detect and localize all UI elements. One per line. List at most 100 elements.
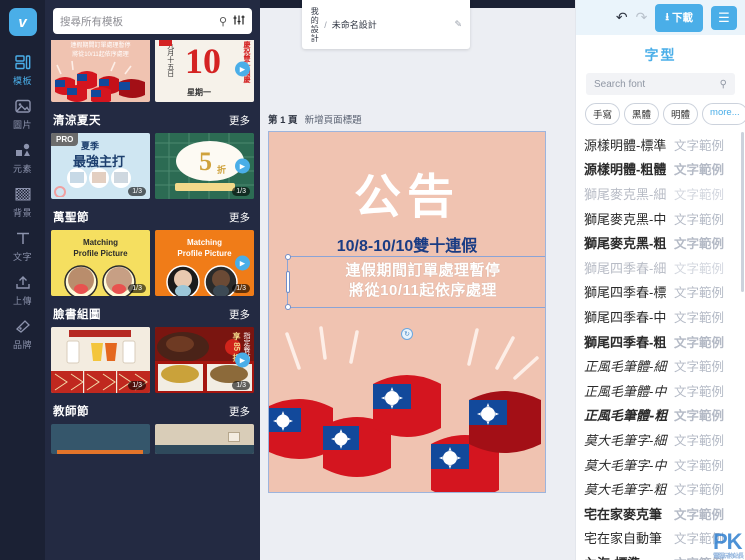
template-thumbnail[interactable]: 10 九月十五日 星期一 慶祝雙十國慶 ▶ — [155, 40, 254, 102]
template-thumbnail[interactable]: PRO 指定餐點 享 85 折 ▶ 1/3 — [155, 327, 254, 393]
template-thumbnail[interactable]: Matching Profile Picture ▶ 1/3 — [155, 230, 254, 296]
sidebar-item-brand[interactable]: 品牌 — [0, 312, 45, 356]
font-sample-text: 文字範例 — [674, 237, 725, 252]
hamburger-menu-icon[interactable]: ☰ — [711, 5, 737, 30]
template-thumbnail[interactable] — [155, 424, 254, 454]
sidebar-item-label: 元素 — [12, 164, 32, 174]
document-name[interactable]: 未命名設計 — [332, 18, 455, 31]
section-more-link[interactable]: 更多 — [229, 307, 250, 322]
sidebar-item-upload[interactable]: 上傳 — [0, 268, 45, 312]
sidebar-item-elements[interactable]: 元素 — [0, 136, 45, 180]
app-root: v 模板 圖片 元素 背景 文字 上傳 品牌 搜尋所有模板 ⚲ 連假期間訂單處理… — [0, 0, 745, 560]
download-button[interactable]: ⭳ 下載 — [655, 3, 703, 32]
font-tag-gothic[interactable]: 黑體 — [624, 103, 660, 125]
search-icon[interactable]: ⚲ — [219, 15, 227, 28]
filter-icon[interactable] — [233, 14, 245, 29]
font-list-item[interactable]: 獅尾四季春-粗 文字範例 — [584, 329, 745, 354]
play-icon[interactable]: ▶ — [235, 255, 250, 271]
section-more-link[interactable]: 更多 — [229, 113, 250, 128]
font-list-item[interactable]: 獅尾麥克黑-中 文字範例 — [584, 206, 745, 231]
section-more-link[interactable]: 更多 — [229, 210, 250, 225]
font-name: 源樣明體-粗體 — [584, 162, 667, 178]
font-list-scrollbar[interactable] — [741, 132, 744, 292]
resize-handle-middle-left[interactable] — [286, 270, 290, 293]
font-tag-row: 手寫 黑體 明體 more... — [576, 95, 745, 132]
template-row — [45, 424, 260, 454]
search-input[interactable]: 搜尋所有模板 ⚲ — [53, 8, 252, 34]
sidebar-item-photos[interactable]: 圖片 — [0, 92, 45, 136]
play-icon[interactable]: ▶ — [235, 352, 250, 368]
template-thumbnail[interactable]: 連假期間訂單處理暫停 將從10/11起依序處理 — [51, 40, 150, 102]
font-list-item[interactable]: 正風毛筆體-細 文字範例 — [584, 353, 745, 378]
breadcrumb-folder[interactable]: 我的設計 — [310, 7, 319, 43]
font-list-item[interactable]: 莫大毛筆字-中 文字範例 — [584, 452, 745, 477]
font-list-item[interactable]: 獅尾麥克黑-細 文字範例 — [584, 181, 745, 206]
template-thumbnail[interactable] — [51, 424, 150, 454]
template-search-row: 搜尋所有模板 ⚲ — [45, 0, 260, 40]
font-list-item[interactable]: 獅尾四季春-細 文字範例 — [584, 255, 745, 280]
font-list-item[interactable]: 獅尾四季春-中 文字範例 — [584, 304, 745, 329]
sidebar-item-label: 上傳 — [12, 296, 32, 306]
font-list-item[interactable]: 源樣明體-粗體 文字範例 — [584, 157, 745, 182]
sidebar-item-text[interactable]: 文字 — [0, 224, 45, 268]
font-list[interactable]: 源樣明體-標準 文字範例 源樣明體-粗體 文字範例 獅尾麥克黑-細 文字範例 獅尾麥克黑-中… — [576, 132, 745, 560]
font-list-item[interactable]: 莫大毛筆字-細 文字範例 — [584, 427, 745, 452]
resize-handle-bottom-left[interactable] — [285, 303, 291, 310]
thumbnail-big-number: 10 — [185, 41, 221, 81]
play-icon[interactable]: ▶ — [235, 158, 250, 174]
undo-icon[interactable]: ↶ — [616, 9, 628, 26]
font-tag-mincho[interactable]: 明體 — [663, 103, 699, 125]
app-logo[interactable]: v — [8, 8, 37, 36]
font-list-item[interactable]: 源樣明體-標準 文字範例 — [584, 132, 745, 157]
template-thumbnail[interactable]: PRO 夏季 最強主打 1/3 — [51, 133, 150, 199]
font-list-item[interactable]: 獅尾麥克黑-粗 文字範例 — [584, 230, 745, 255]
sidebar-item-background[interactable]: 背景 — [0, 180, 45, 224]
font-sample-text: 文字範例 — [674, 553, 724, 560]
template-scroll-area[interactable]: 連假期間訂單處理暫停 將從10/11起依序處理 10 九月十五日 星期一 ▶ 清… — [45, 40, 260, 560]
canvas-heading[interactable]: 公告 — [269, 158, 545, 227]
download-label: 下載 — [672, 12, 693, 24]
sidebar-item-label: 模板 — [12, 76, 32, 86]
edit-pencil-icon[interactable]: ✎ — [454, 19, 462, 30]
sidebar-item-templates[interactable]: 模板 — [0, 48, 45, 92]
font-list-item[interactable]: 內海-標準文字範例 — [584, 550, 745, 560]
font-name: 莫大毛筆字-中 — [584, 458, 667, 474]
search-icon[interactable]: ⚲ — [720, 79, 727, 90]
canvas-subheading[interactable]: 10/8-10/10雙十連假 — [269, 232, 545, 256]
document-title-card[interactable]: 我的設計 / 未命名設計 ✎ — [302, 0, 470, 49]
template-section-header: 教師節 更多 — [45, 393, 260, 424]
template-thumbnail[interactable]: 5 折 ▶ 1/3 — [155, 133, 254, 199]
font-list-item[interactable]: 正風毛筆體-中 文字範例 — [584, 378, 745, 403]
font-sample-text: 文字範例 — [674, 261, 725, 276]
template-thumbnail[interactable]: Matching Profile Picture 1/3 — [51, 230, 150, 296]
font-list-item[interactable]: 宅在家麥克筆 文字範例 — [584, 501, 745, 526]
font-list-item[interactable]: 宅在家自動筆 文字範例 — [584, 526, 745, 551]
section-title: 清涼夏天 — [53, 115, 101, 127]
design-canvas[interactable]: 公告 10/8-10/10雙十連假 連假期間訂單處理暫停 將從10/11起依序處… — [268, 131, 546, 493]
font-tag-more[interactable]: more... — [702, 103, 745, 125]
font-name: 宅在家麥克筆 — [584, 506, 663, 522]
font-list-item[interactable]: 正風毛筆體-粗 文字範例 — [584, 403, 745, 428]
template-row: Matching Profile Picture 1/3 Matching Pr… — [45, 230, 260, 296]
selected-text-element[interactable]: 連假期間訂單處理暫停 將從10/11起依序處理 — [285, 254, 545, 310]
template-section-header: 萬聖節 更多 — [45, 199, 260, 230]
redo-icon[interactable]: ↷ — [636, 9, 648, 26]
font-search-input[interactable]: Search font ⚲ — [586, 73, 735, 95]
font-name: 宅在家自動筆 — [584, 531, 663, 547]
font-list-item[interactable]: 莫大毛筆字-粗 文字範例 — [584, 476, 745, 501]
play-icon[interactable]: ▶ — [235, 61, 250, 77]
font-name: 莫大毛筆字-粗 — [584, 483, 667, 499]
page-title-input[interactable]: 新增頁面標題 — [305, 112, 362, 126]
thumbnail-weekday-text: 星期一 — [187, 88, 211, 97]
section-more-link[interactable]: 更多 — [229, 404, 250, 419]
font-list-item[interactable]: 獅尾四季春-標 文字範例 — [584, 280, 745, 305]
section-title: 教師節 — [53, 406, 89, 418]
resize-handle-top-left[interactable] — [285, 254, 291, 260]
template-thumbnail[interactable]: PRO — [51, 327, 150, 393]
font-name: 獅尾四季春-細 — [584, 260, 667, 276]
page-count-badge: 1/3 — [128, 284, 146, 293]
editor-toolbar: ↶ ↷ ⭳ 下載 ☰ — [576, 0, 745, 35]
sidebar-item-label: 圖片 — [12, 120, 32, 130]
thumbnail-big-number: 5 — [199, 147, 212, 176]
font-tag-handwriting[interactable]: 手寫 — [585, 103, 621, 125]
